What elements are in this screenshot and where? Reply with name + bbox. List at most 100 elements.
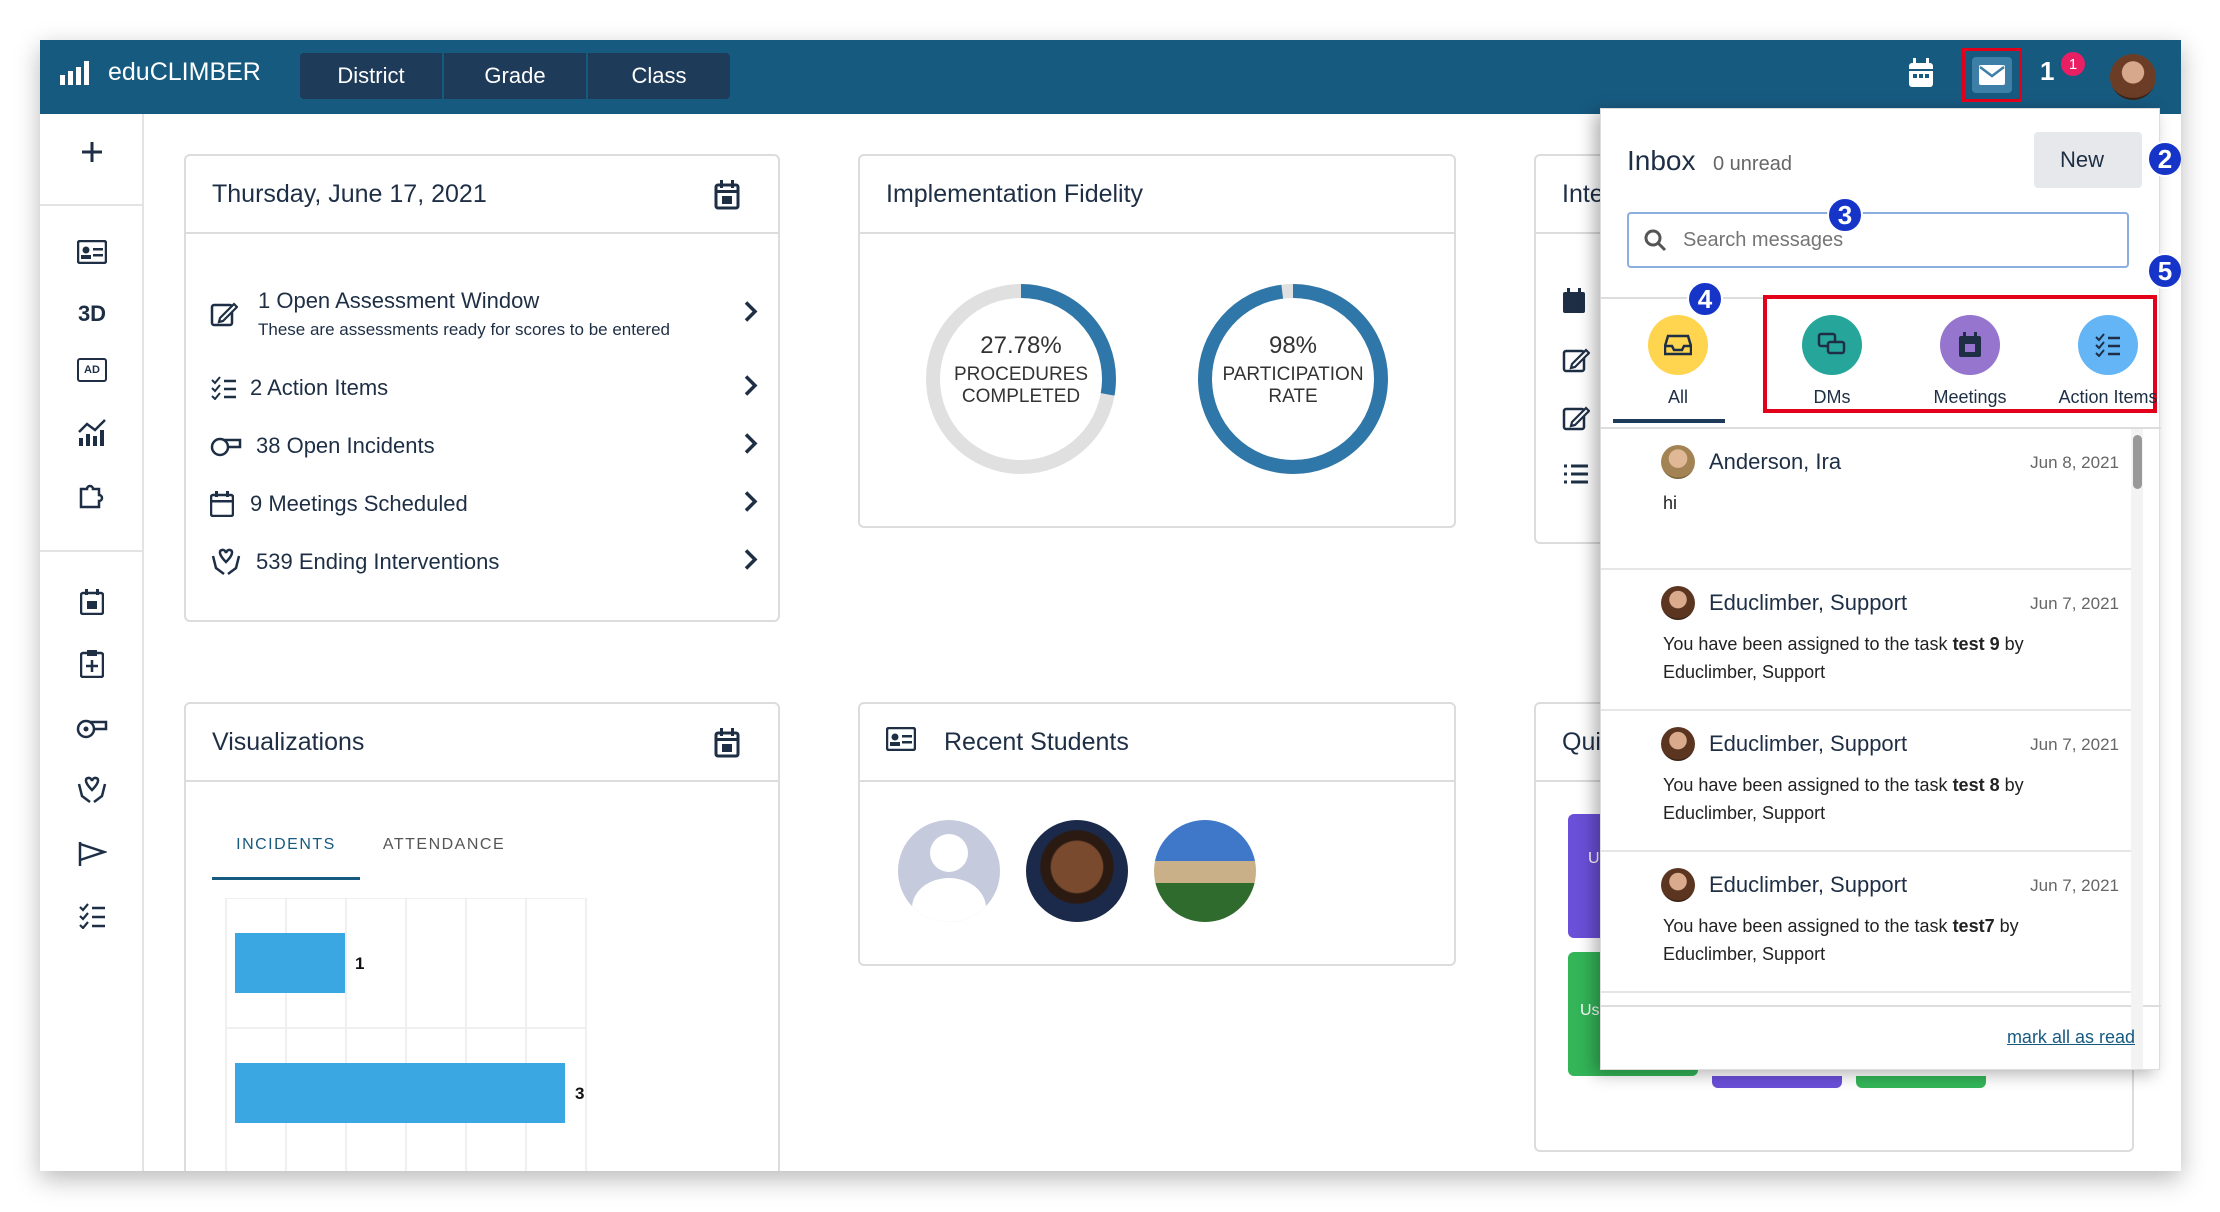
new-message-button[interactable]: New [2034,132,2142,188]
tab-class[interactable]: Class [588,53,730,99]
filter-label: DMs [1813,387,1851,407]
message-item[interactable]: Educlimber, Support Jun 7, 2021 You have… [1601,711,2141,852]
today-date: Thursday, June 17, 2021 [212,179,487,208]
filter-all[interactable]: All [1613,315,1743,408]
chevron-right-icon [744,301,758,328]
message-item[interactable]: Educlimber, Support Jun 7, 2021 You have… [1601,570,2141,711]
inbox-button[interactable] [1962,48,2022,102]
filter-label: Action Items [2058,387,2158,407]
unread-badge: 1 [2061,52,2085,76]
level-tabs: District Grade Class [300,53,730,99]
message-date: Jun 7, 2021 [2030,594,2119,613]
student-avatar[interactable] [1154,820,1256,922]
message-date: Jun 7, 2021 [2030,876,2119,895]
app-logo[interactable]: eduCLIMBER [60,58,261,87]
callout-number: 2 [2147,141,2181,177]
calendar-icon [1940,315,2000,375]
analytics-icon[interactable] [40,408,144,456]
message-body: You have been assigned to the task test … [1663,775,2024,823]
incidents-row[interactable]: 38 Open Incidents [210,426,758,466]
filter-meetings[interactable]: Meetings [1905,315,2035,408]
calendar-icon[interactable] [40,578,144,626]
inbox-tray-icon [1648,315,1708,375]
sender-name: Educlimber, Support [1709,872,1908,897]
mark-all-read-link[interactable]: mark all as read [2007,1027,2135,1048]
list-icon[interactable] [1562,462,1590,491]
filter-label: Meetings [1933,387,2007,407]
assessment-window-row[interactable]: 1 Open Assessment Window These are asses… [210,286,758,342]
tab-incidents[interactable]: INCIDENTS [212,836,360,880]
inbox-title: Inbox [1627,145,1696,176]
callout-number: 5 [2147,253,2181,289]
scrollbar-thumb[interactable] [2133,435,2142,489]
chevron-right-icon [744,491,758,518]
top-bar: eduCLIMBER District Grade Class 1 1 [40,40,2181,114]
filter-dms[interactable]: DMs [1767,315,1897,408]
recent-students-card: Recent Students [858,702,1456,966]
action-items-row[interactable]: 2 Action Items [210,368,758,408]
sender-name: Educlimber, Support [1709,731,1908,756]
card-title: Visualizations [212,727,365,756]
message-body: hi [1663,493,1678,513]
chevron-right-icon [744,549,758,576]
incidents-bar-chart: 13 [225,898,587,1171]
meetings-row[interactable]: 9 Meetings Scheduled [210,484,758,524]
interventions-row[interactable]: 539 Ending Interventions [210,542,758,582]
tab-attendance[interactable]: ATTENDANCE [374,836,514,880]
card-title: Implementation Fidelity [860,156,1454,234]
sidebar-3d-link[interactable]: 3D [40,290,144,338]
message-item[interactable]: Anderson, Ira Jun 8, 2021 hi [1601,429,2141,570]
scrollbar-track[interactable] [2131,429,2143,1069]
inbox-panel: Inbox 0 unread New All DMs Meetings Acti… [1600,108,2181,1070]
card-title: Recent Students [944,727,1129,756]
flag-icon[interactable] [40,830,144,878]
search-field[interactable] [1627,212,2129,268]
chat-bubbles-icon [1802,315,1862,375]
message-date: Jun 7, 2021 [2030,735,2119,754]
clipboard-plus-icon[interactable] [40,640,144,688]
filter-action-items[interactable]: Action Items [2043,315,2173,408]
edit-icon[interactable] [1562,346,1591,379]
unread-count: 0 unread [1713,153,1792,175]
checklist-icon[interactable] [40,892,144,940]
student-avatar[interactable] [1026,820,1128,922]
sidebar: 3D AD [40,114,144,1171]
row-title: 2 Action Items [250,375,389,400]
message-body: You have been assigned to the task test … [1663,634,2024,682]
quick-tile[interactable] [1712,1076,1842,1088]
sidebar-divider [40,550,144,552]
search-input[interactable] [1683,224,2103,256]
tab-grade[interactable]: Grade [444,53,586,99]
sender-avatar [1661,868,1695,902]
calendar-icon[interactable] [1562,288,1586,319]
quick-tile[interactable] [1856,1076,1986,1088]
message-item[interactable]: Educlimber, Support Jun 7, 2021 You have… [1601,852,2141,993]
student-card-icon[interactable] [40,228,144,276]
whistle-icon[interactable] [40,704,144,752]
calendar-icon[interactable] [1908,58,1934,93]
divider [1601,1005,2161,1007]
add-icon[interactable] [40,128,144,176]
student-avatar[interactable] [898,820,1000,922]
whistle-icon [210,434,250,458]
puzzle-icon[interactable] [40,470,144,518]
calendar-icon[interactable] [714,728,740,765]
checklist-icon [2078,315,2138,375]
checklist-icon [210,376,250,400]
gauge-value: 27.78% [980,332,1062,359]
user-avatar[interactable] [2110,54,2156,100]
sidebar-divider [40,204,144,206]
edit-icon [210,300,250,328]
hands-heart-icon[interactable] [40,766,144,814]
gauge-line1: PARTICIPATION [1222,364,1364,385]
sender-avatar [1661,727,1695,761]
gauge-line2: RATE [1268,386,1318,407]
calendar-icon[interactable] [714,180,740,217]
row-title: 38 Open Incidents [256,433,435,458]
sender-avatar [1661,445,1695,479]
edit-icon[interactable] [1562,404,1591,437]
ad-screen-icon[interactable]: AD [40,346,144,394]
tab-district[interactable]: District [300,53,442,99]
app-name: eduCLIMBER [108,58,261,86]
row-subtitle: These are assessments ready for scores t… [258,320,670,339]
